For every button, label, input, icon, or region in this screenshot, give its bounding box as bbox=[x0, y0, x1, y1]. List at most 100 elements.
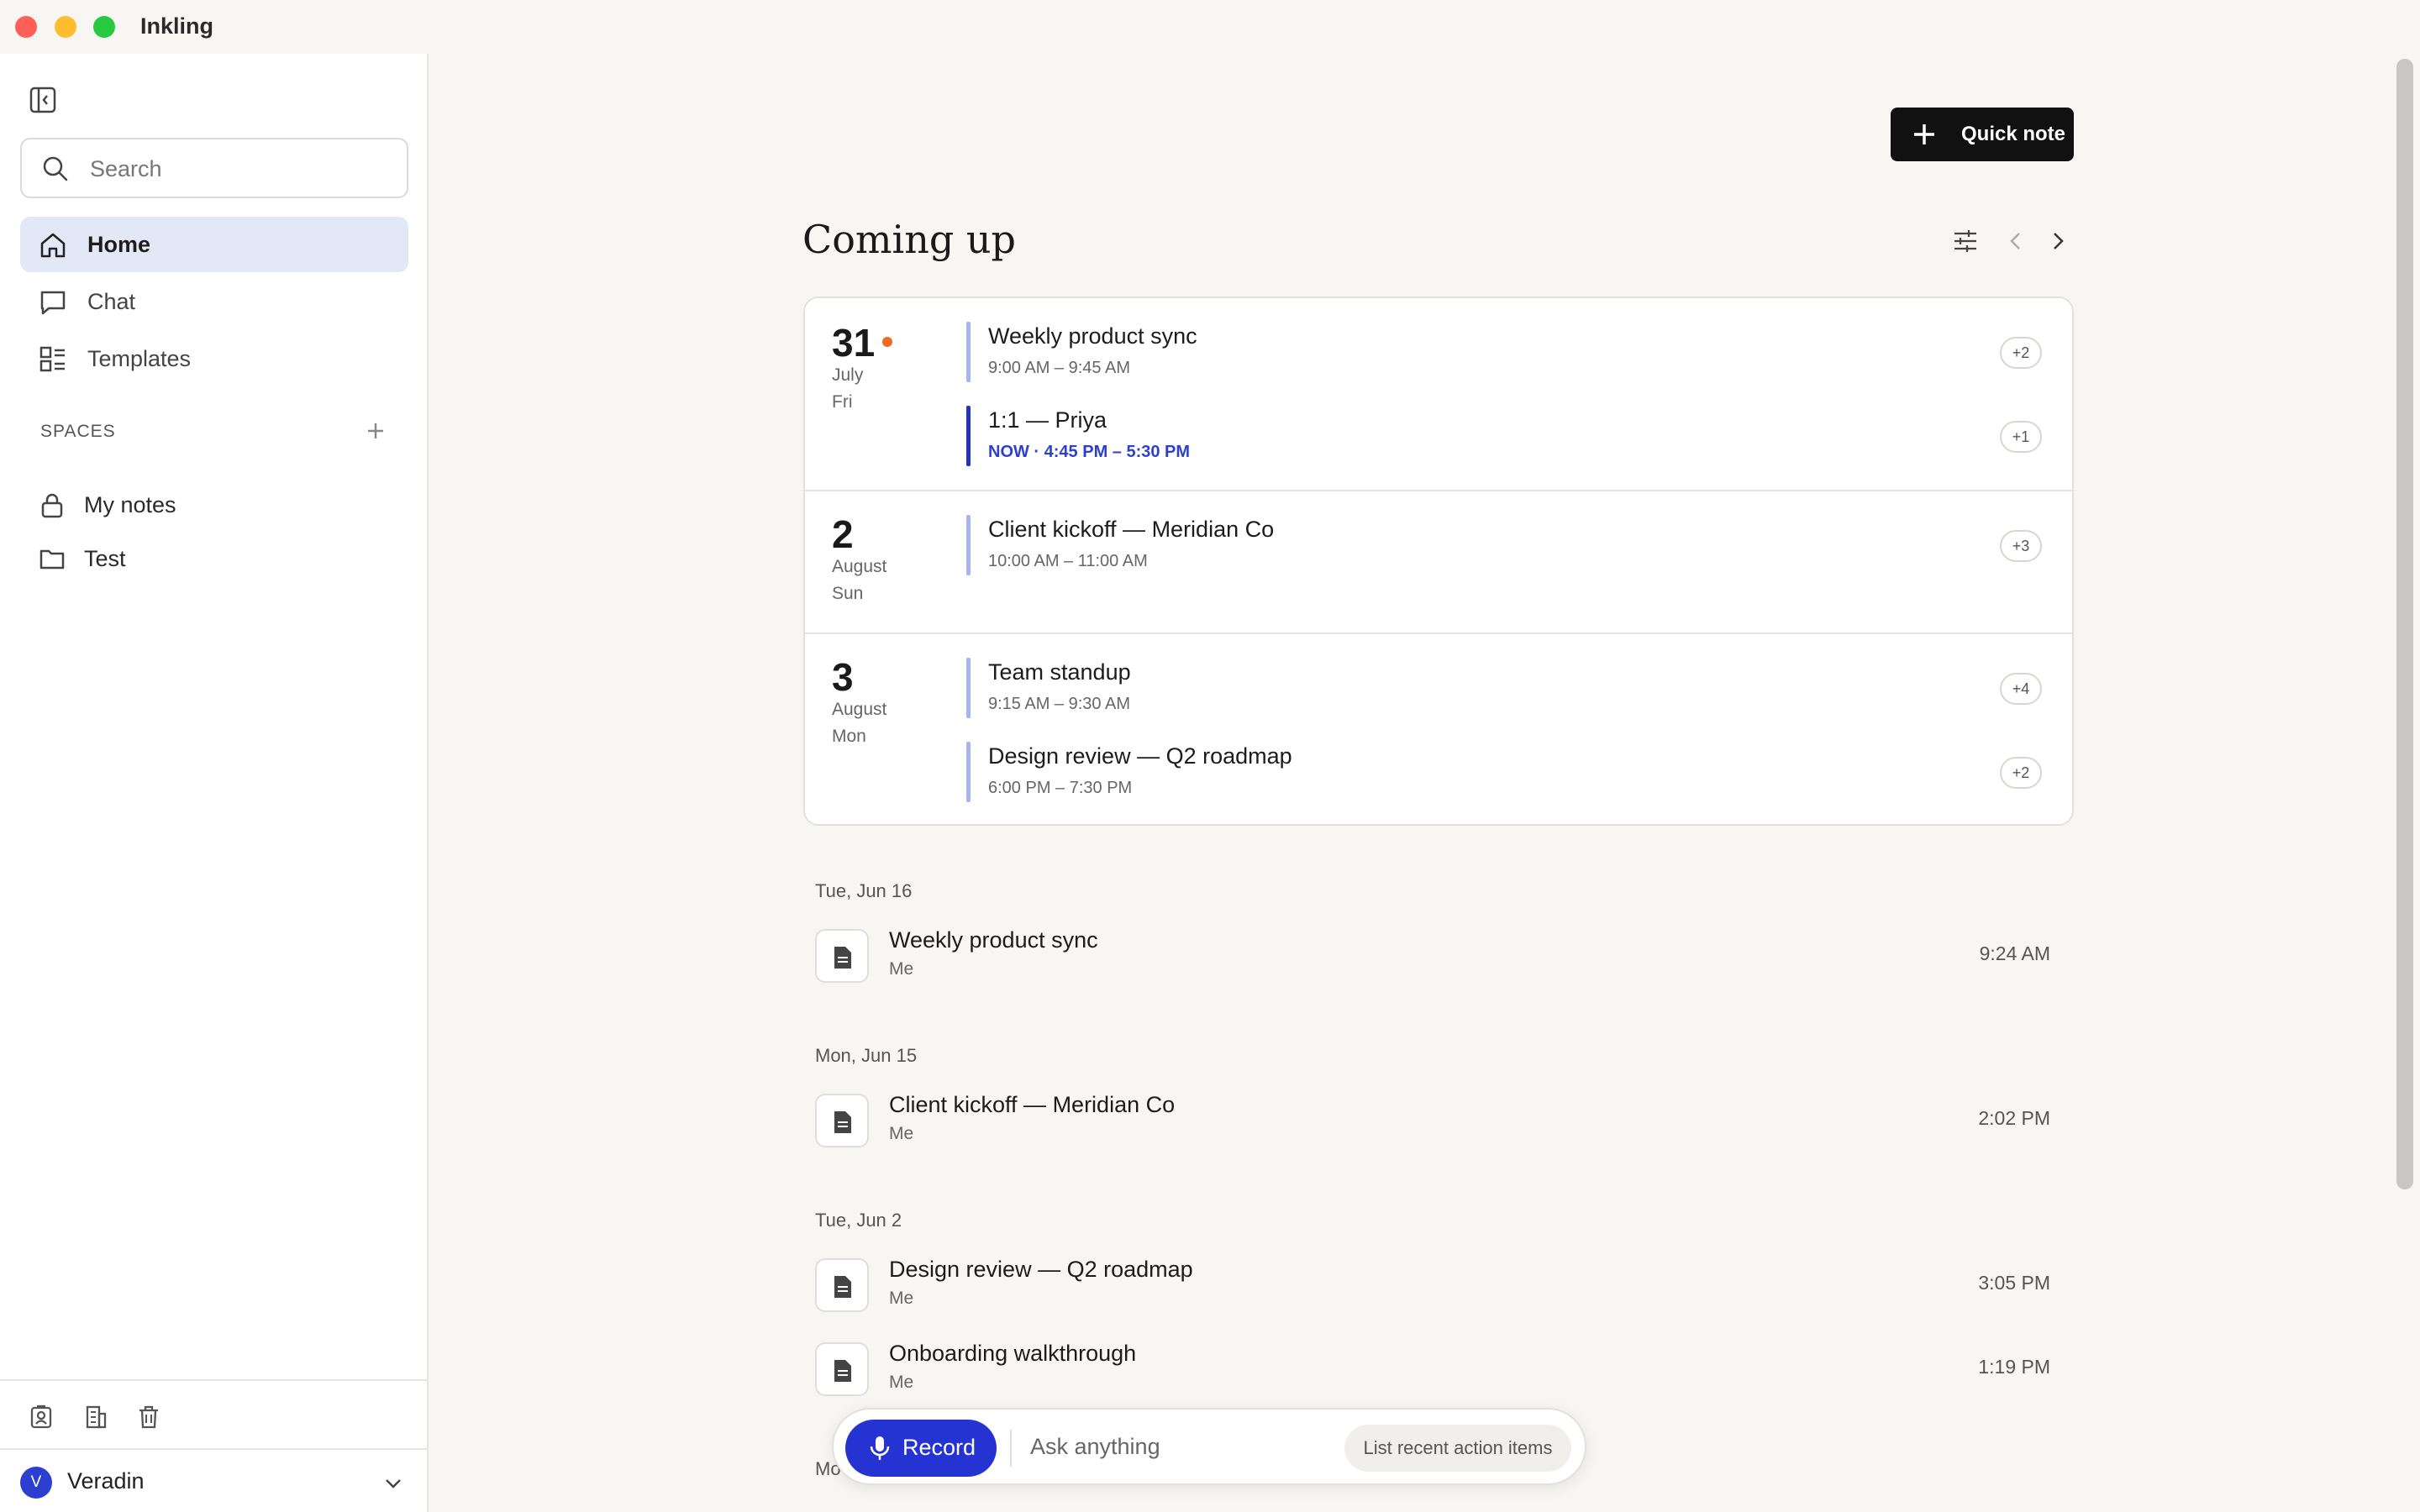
chat-icon bbox=[39, 288, 67, 321]
user-menu[interactable]: V Veradin bbox=[0, 1448, 427, 1512]
sidebar-item-home[interactable]: Home bbox=[20, 217, 408, 272]
event-item[interactable]: Weekly product sync 9:00 AM – 9:45 AM +2 bbox=[966, 322, 2050, 386]
space-item-my-notes[interactable]: My notes bbox=[20, 479, 408, 529]
sidebar-item-label: Home bbox=[87, 232, 151, 257]
attendee-count-badge[interactable]: +4 bbox=[2000, 673, 2042, 705]
folder-icon bbox=[39, 545, 66, 576]
document-icon bbox=[815, 1342, 869, 1396]
document-icon bbox=[815, 1258, 869, 1312]
note-title: Onboarding walkthrough bbox=[889, 1341, 1137, 1366]
contacts-icon[interactable] bbox=[29, 1404, 57, 1433]
today-dot bbox=[882, 337, 892, 347]
day-number: 31 bbox=[832, 321, 876, 365]
document-icon bbox=[815, 929, 869, 983]
day-month: July bbox=[832, 365, 864, 385]
event-bar bbox=[966, 322, 971, 382]
document-icon bbox=[815, 1094, 869, 1147]
scrollbar-thumb[interactable] bbox=[2396, 59, 2413, 1189]
divider bbox=[805, 633, 2072, 634]
event-bar bbox=[966, 658, 971, 718]
attendee-count-badge[interactable]: +2 bbox=[2000, 757, 2042, 789]
note-row[interactable]: Weekly product sync Me 9:24 AM bbox=[815, 926, 2067, 986]
note-time: 9:24 AM bbox=[1979, 942, 2050, 964]
event-name: Client kickoff — Meridian Co bbox=[988, 517, 1275, 542]
day-number: 3 bbox=[832, 655, 854, 699]
event-item[interactable]: 1:1 — Priya NOW · 4:45 PM – 5:30 PM +1 bbox=[966, 406, 2050, 470]
note-title: Design review — Q2 roadmap bbox=[889, 1257, 1193, 1282]
event-bar bbox=[966, 742, 971, 802]
record-label: Record bbox=[902, 1435, 976, 1460]
divider bbox=[805, 490, 2072, 491]
event-bar bbox=[966, 515, 971, 575]
chevron-left-icon[interactable] bbox=[2002, 227, 2032, 257]
note-title: Client kickoff — Meridian Co bbox=[889, 1092, 1176, 1117]
add-space-icon[interactable] bbox=[363, 418, 388, 444]
home-icon bbox=[39, 231, 67, 264]
filter-settings-icon[interactable] bbox=[1951, 227, 1981, 257]
event-time: 9:00 AM – 9:45 AM bbox=[988, 359, 1130, 377]
collapse-sidebar-icon[interactable] bbox=[29, 86, 62, 119]
note-author: Me bbox=[889, 1373, 914, 1392]
note-author: Me bbox=[889, 959, 914, 979]
sidebar-footer: V Veradin bbox=[0, 1379, 427, 1512]
quick-note-label: Quick note bbox=[1961, 123, 2066, 145]
search-input[interactable]: Search bbox=[20, 138, 408, 198]
sidebar-item-chat[interactable]: Chat bbox=[20, 274, 408, 329]
event-name: Team standup bbox=[988, 659, 1131, 685]
quick-note-button[interactable]: Quick note bbox=[1891, 108, 2074, 161]
attendee-count-badge[interactable]: +1 bbox=[2000, 421, 2042, 453]
user-name: Veradin bbox=[67, 1468, 145, 1494]
day-month: August bbox=[832, 700, 887, 719]
close-window-button[interactable] bbox=[15, 16, 37, 38]
attendee-count-badge[interactable]: +2 bbox=[2000, 337, 2042, 369]
trash-icon[interactable] bbox=[136, 1404, 165, 1433]
event-time: 6:00 PM – 7:30 PM bbox=[988, 779, 1133, 797]
companies-icon[interactable] bbox=[82, 1404, 111, 1433]
event-name: 1:1 — Priya bbox=[988, 407, 1107, 433]
event-item[interactable]: Team standup 9:15 AM – 9:30 AM +4 bbox=[966, 658, 2050, 722]
lock-icon bbox=[39, 491, 66, 522]
app-title: Inkling bbox=[140, 13, 213, 39]
space-item-test[interactable]: Test bbox=[20, 533, 408, 583]
coming-up-card: 31 July Fri Weekly product sync 9:00 AM … bbox=[803, 297, 2074, 826]
avatar: V bbox=[20, 1467, 52, 1499]
note-time: 3:05 PM bbox=[1978, 1272, 2050, 1294]
note-title: Weekly product sync bbox=[889, 927, 1098, 953]
note-row[interactable]: Onboarding walkthrough Me 1:19 PM bbox=[815, 1339, 2067, 1399]
suggestion-chip[interactable]: List recent action items bbox=[1344, 1425, 1571, 1472]
day-weekday: Sun bbox=[832, 584, 864, 603]
date-header: Tue, Jun 2 bbox=[815, 1210, 902, 1231]
zoom-window-button[interactable] bbox=[93, 16, 115, 38]
attendee-count-badge[interactable]: +3 bbox=[2000, 530, 2042, 562]
record-button[interactable]: Record bbox=[845, 1420, 997, 1477]
chevron-down-icon bbox=[381, 1472, 405, 1499]
date-header: Mon, Jun 15 bbox=[815, 1045, 918, 1066]
event-item[interactable]: Design review — Q2 roadmap 6:00 PM – 7:3… bbox=[966, 742, 2050, 806]
note-time: 1:19 PM bbox=[1978, 1356, 2050, 1378]
event-name: Design review — Q2 roadmap bbox=[988, 743, 1292, 769]
sidebar-item-label: Templates bbox=[87, 346, 192, 371]
ask-input[interactable] bbox=[1030, 1425, 1316, 1468]
date-header: Tue, Jun 16 bbox=[815, 880, 913, 901]
chevron-right-icon[interactable] bbox=[2044, 227, 2074, 257]
sidebar-item-templates[interactable]: Templates bbox=[20, 331, 408, 386]
event-time: NOW · 4:45 PM – 5:30 PM bbox=[988, 443, 1191, 461]
search-icon bbox=[42, 155, 69, 186]
microphone-icon bbox=[869, 1435, 891, 1466]
event-item[interactable]: Client kickoff — Meridian Co 10:00 AM – … bbox=[966, 515, 2050, 579]
minimize-window-button[interactable] bbox=[55, 16, 76, 38]
divider bbox=[1010, 1430, 1012, 1467]
event-bar bbox=[966, 406, 971, 466]
note-time: 2:02 PM bbox=[1978, 1107, 2050, 1129]
space-item-label: Test bbox=[84, 546, 126, 571]
note-row[interactable]: Design review — Q2 roadmap Me 3:05 PM bbox=[815, 1255, 2067, 1315]
note-author: Me bbox=[889, 1124, 914, 1143]
sidebar: Search Home Chat Templates SPACES My not… bbox=[0, 54, 429, 1512]
page-title: Coming up bbox=[802, 217, 1016, 262]
day-number: 2 bbox=[832, 512, 854, 556]
templates-icon bbox=[39, 345, 67, 378]
event-time: 10:00 AM – 11:00 AM bbox=[988, 552, 1148, 570]
note-row[interactable]: Client kickoff — Meridian Co Me 2:02 PM bbox=[815, 1090, 2067, 1151]
space-item-label: My notes bbox=[84, 492, 176, 517]
day-weekday: Fri bbox=[832, 392, 853, 412]
